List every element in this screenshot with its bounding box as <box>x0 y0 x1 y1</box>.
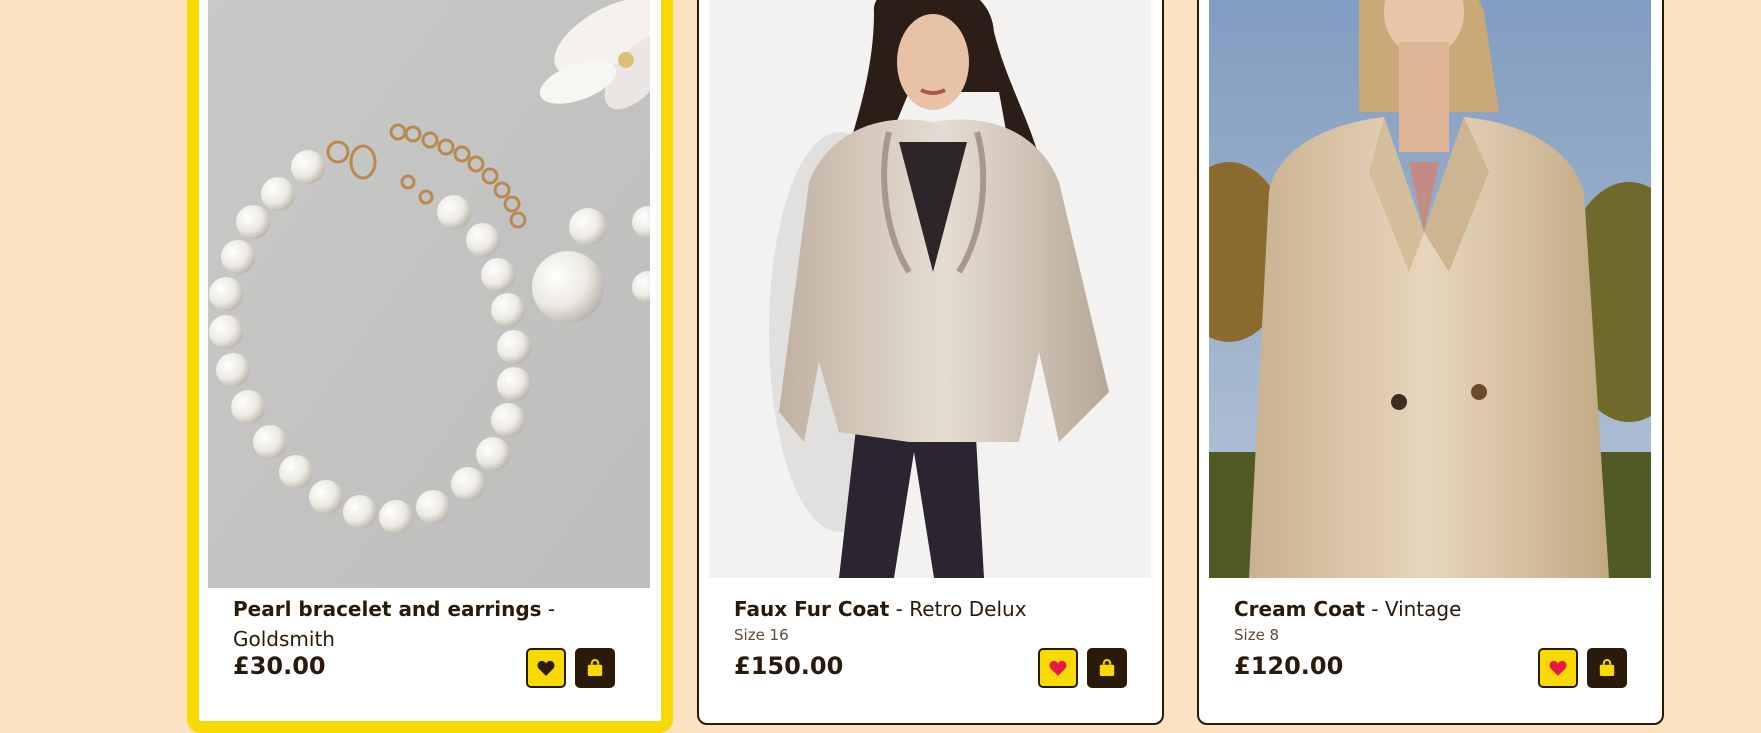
favorite-button[interactable] <box>1538 648 1578 688</box>
product-title[interactable]: Faux Fur Coat - Retro Delux <box>734 594 1142 624</box>
product-card[interactable]: Faux Fur Coat - Retro Delux Size 16 £150… <box>697 0 1164 725</box>
shopping-bag-icon <box>1099 659 1115 676</box>
add-to-cart-button[interactable] <box>1087 648 1127 688</box>
product-image[interactable] <box>208 0 650 588</box>
heart-icon <box>1049 660 1067 676</box>
title-separator: - <box>1371 597 1379 621</box>
product-size: Size 8 <box>1234 626 1280 644</box>
favorite-button[interactable] <box>1038 648 1078 688</box>
product-price: £150.00 <box>734 652 844 680</box>
product-price: £30.00 <box>233 652 326 680</box>
heart-icon <box>1549 660 1567 676</box>
product-image[interactable] <box>1209 0 1651 578</box>
product-name[interactable]: Faux Fur Coat <box>734 597 889 621</box>
fur-coat-model-photo <box>709 0 1151 578</box>
add-to-cart-button[interactable] <box>575 648 615 688</box>
favorite-button[interactable] <box>526 648 566 688</box>
add-to-cart-button[interactable] <box>1587 648 1627 688</box>
product-title[interactable]: Cream Coat - Vintage <box>1234 594 1642 624</box>
product-title[interactable]: Pearl bracelet and earrings - Goldsmith <box>233 594 641 654</box>
cream-coat-model-photo <box>1209 0 1651 578</box>
product-brand: Goldsmith <box>233 627 335 651</box>
pearl-bracelet-photo <box>208 0 650 588</box>
product-brand: Vintage <box>1384 597 1462 621</box>
heart-icon <box>537 660 555 676</box>
product-card[interactable]: Pearl bracelet and earrings - Goldsmith … <box>187 0 673 733</box>
product-price: £120.00 <box>1234 652 1344 680</box>
product-name[interactable]: Cream Coat <box>1234 597 1365 621</box>
shopping-bag-icon <box>1599 659 1615 676</box>
product-image[interactable] <box>709 0 1151 578</box>
shopping-bag-icon <box>587 659 603 676</box>
title-separator: - <box>547 597 556 621</box>
product-card[interactable]: Cream Coat - Vintage Size 8 £120.00 <box>1197 0 1664 725</box>
title-separator: - <box>895 597 903 621</box>
product-name[interactable]: Pearl bracelet and earrings <box>233 597 542 621</box>
product-brand: Retro Delux <box>909 597 1027 621</box>
product-size: Size 16 <box>734 626 789 644</box>
